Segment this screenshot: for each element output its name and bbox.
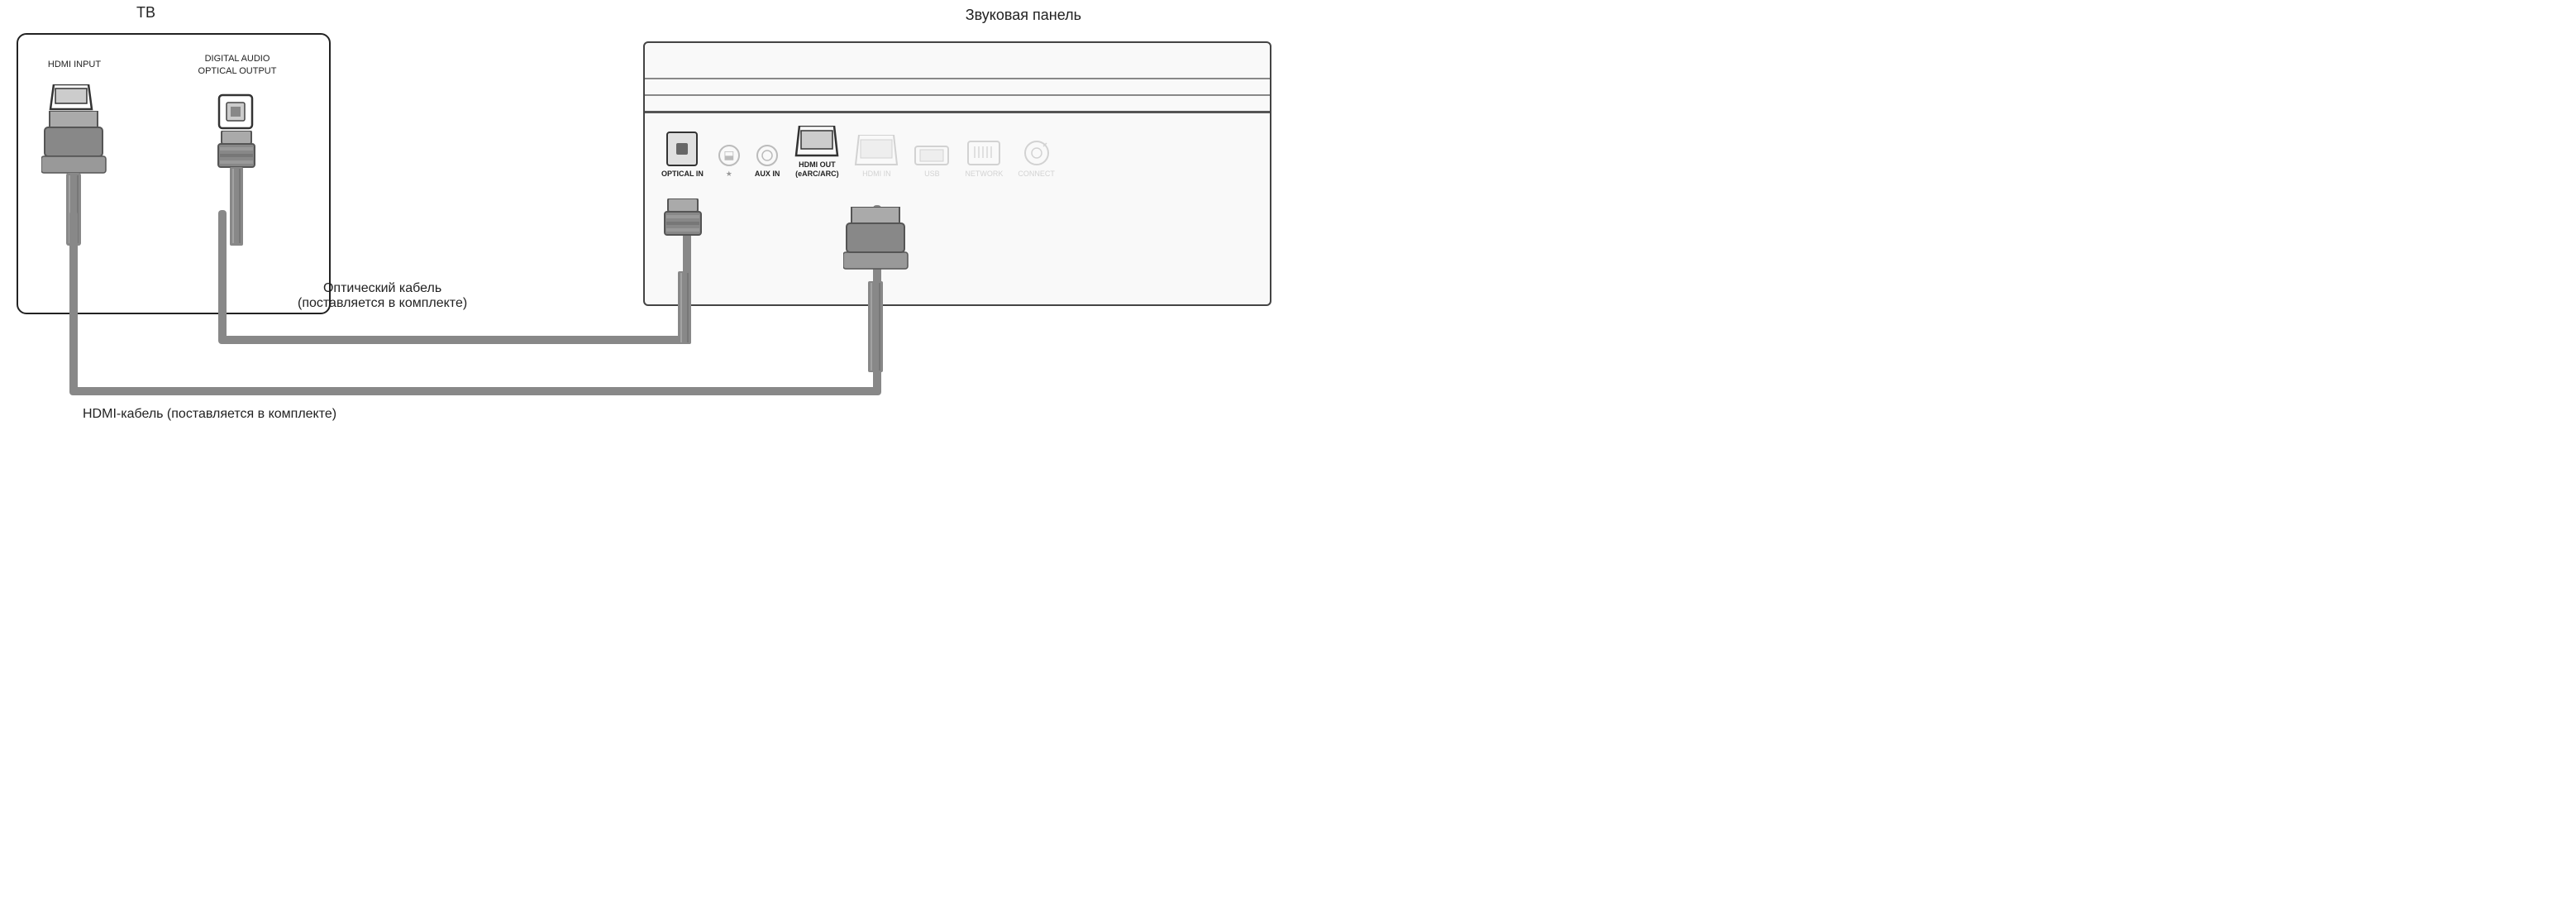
hdmi-cable-vertical-left — [69, 211, 78, 393]
tv-label: ТВ — [136, 4, 155, 22]
hdmi-out-connector: HDMI OUT(eARC/ARC) — [794, 126, 839, 179]
connect-connector: CONNECT — [1018, 140, 1055, 179]
tv-box: HDMI INPUT DIGITAL AUDIO OPTICAL OUTPUT — [17, 33, 331, 314]
hdmi-port-icon — [47, 84, 95, 111]
optical-cable-vertical-left — [218, 210, 227, 342]
soundbar-line3 — [645, 111, 1270, 113]
optical-plug-soundbar — [661, 198, 713, 346]
connect-label: CONNECT — [1018, 170, 1055, 179]
optical-in-connector: OPTICAL IN — [661, 132, 704, 179]
soundbar-panel: OPTICAL IN ⬓ ★ AUX IN — [643, 41, 1271, 306]
soundbar-line2 — [645, 94, 1270, 96]
connector-row: OPTICAL IN ⬓ ★ AUX IN — [661, 126, 1055, 179]
network-connector: NETWORK — [965, 140, 1003, 179]
optical-cable-label: Оптический кабель (поставляется в компле… — [298, 281, 467, 311]
optical-port-icon — [217, 93, 255, 131]
hdmi-in-connector: HDMI IN — [854, 135, 899, 179]
hdmi-cable-label: HDMI-кабель (поставляется в комплекте) — [83, 407, 336, 422]
hdmi-out-icon — [794, 126, 839, 157]
network-label: NETWORK — [965, 170, 1003, 179]
optical-cable-horizontal — [218, 336, 689, 344]
hdmi-out-label: HDMI OUT(eARC/ARC) — [795, 160, 839, 179]
hdmi-plug-soundbar — [843, 207, 911, 372]
soundbar-line1 — [645, 78, 1270, 79]
usb-label: USB — [924, 170, 940, 179]
bluetooth-label: ★ — [726, 170, 732, 179]
optical-in-icon — [666, 132, 698, 166]
hdmi-in-label: HDMI IN — [862, 170, 891, 179]
connection-diagram: ТВ HDMI INPUT DIGITAL AUDIO OPTICAL OUTP… — [0, 0, 1288, 462]
hdmi-in-icon — [854, 135, 899, 166]
aux-in-icon — [756, 145, 778, 166]
hdmi-cable-horizontal — [69, 387, 880, 395]
bluetooth-icon: ⬓ — [718, 145, 740, 166]
bluetooth-connector: ⬓ ★ — [718, 145, 740, 179]
aux-in-connector: AUX IN — [755, 145, 780, 179]
optical-output-label: DIGITAL AUDIO OPTICAL OUTPUT — [179, 53, 295, 79]
usb-connector: USB — [914, 145, 950, 179]
usb-icon — [914, 145, 950, 166]
aux-in-label: AUX IN — [755, 170, 780, 179]
network-icon — [966, 140, 1001, 166]
optical-in-label: OPTICAL IN — [661, 170, 704, 179]
hdmi-input-label: HDMI INPUT — [41, 60, 107, 69]
soundbar-label: Звуковая панель — [966, 7, 1081, 24]
connect-icon — [1023, 140, 1050, 166]
